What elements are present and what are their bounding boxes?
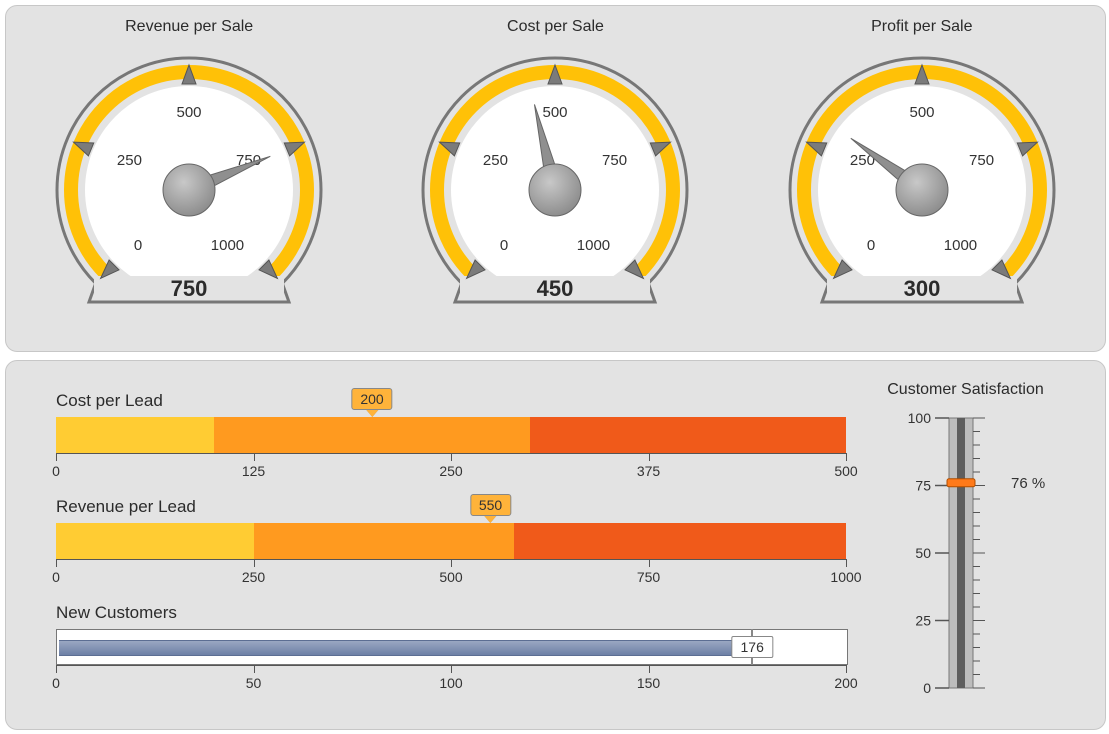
gauge-dial: 02505007501000300: [767, 40, 1077, 330]
thermometer-chart: 0 25 50 75 100 76 %: [881, 403, 1051, 703]
bar-title: Revenue per Lead: [56, 497, 856, 517]
gauge-title: Revenue per Sale: [24, 18, 354, 36]
gauge-dial: 02505007501000750: [34, 40, 344, 330]
svg-text:500: 500: [543, 104, 568, 121]
svg-text:100: 100: [907, 410, 931, 426]
svg-text:1000: 1000: [577, 237, 610, 254]
bar-value: 176: [732, 636, 773, 658]
gauge-2: Profit per Sale02505007501000300: [757, 16, 1087, 335]
bar-0: 2000125250375500: [56, 417, 856, 483]
svg-text:0: 0: [134, 237, 142, 254]
gauges-panel: Revenue per Sale02505007501000750Cost pe…: [5, 5, 1106, 352]
svg-text:250: 250: [483, 152, 508, 169]
gauge-title: Profit per Sale: [757, 18, 1087, 36]
bar-value: 550: [470, 494, 511, 516]
bar-title: Cost per Lead: [56, 391, 856, 411]
bar-title: New Customers: [56, 603, 856, 623]
svg-text:25: 25: [915, 613, 931, 629]
svg-text:300: 300: [903, 276, 940, 301]
svg-text:0: 0: [867, 237, 875, 254]
svg-text:75: 75: [915, 478, 931, 494]
svg-text:250: 250: [117, 152, 142, 169]
thermometer-title: Customer Satisfaction: [856, 381, 1075, 399]
gauge-1: Cost per Sale 0 250 500 750 1000 450: [390, 16, 720, 335]
svg-text:500: 500: [909, 104, 934, 121]
bar-1: 55002505007501000: [56, 523, 856, 589]
svg-text:0: 0: [500, 237, 508, 254]
svg-text:76 %: 76 %: [1011, 475, 1045, 492]
svg-text:500: 500: [177, 104, 202, 121]
gauge-0: Revenue per Sale02505007501000750: [24, 16, 354, 335]
svg-text:750: 750: [969, 152, 994, 169]
svg-text:50: 50: [915, 545, 931, 561]
svg-text:750: 750: [171, 276, 208, 301]
metrics-panel: Cost per Lead 2000125250375500 Revenue per…: [5, 360, 1106, 730]
gauge-title: Cost per Sale: [390, 18, 720, 36]
svg-text:1000: 1000: [211, 237, 244, 254]
horizontal-bars: Cost per Lead 2000125250375500 Revenue per…: [6, 361, 856, 729]
gauges-row: Revenue per Sale02505007501000750Cost pe…: [6, 6, 1105, 351]
bar-2: 176050100150200: [56, 629, 856, 695]
thermometer-area: Customer Satisfaction 0 25 50 75 100 76 %: [856, 361, 1105, 729]
svg-text:1000: 1000: [944, 237, 977, 254]
gauge-dial: 0 250 500 750 1000 450: [400, 40, 710, 330]
bar-value: 200: [351, 388, 392, 410]
svg-text:450: 450: [537, 276, 574, 301]
svg-text:0: 0: [923, 680, 931, 696]
svg-text:750: 750: [603, 152, 628, 169]
